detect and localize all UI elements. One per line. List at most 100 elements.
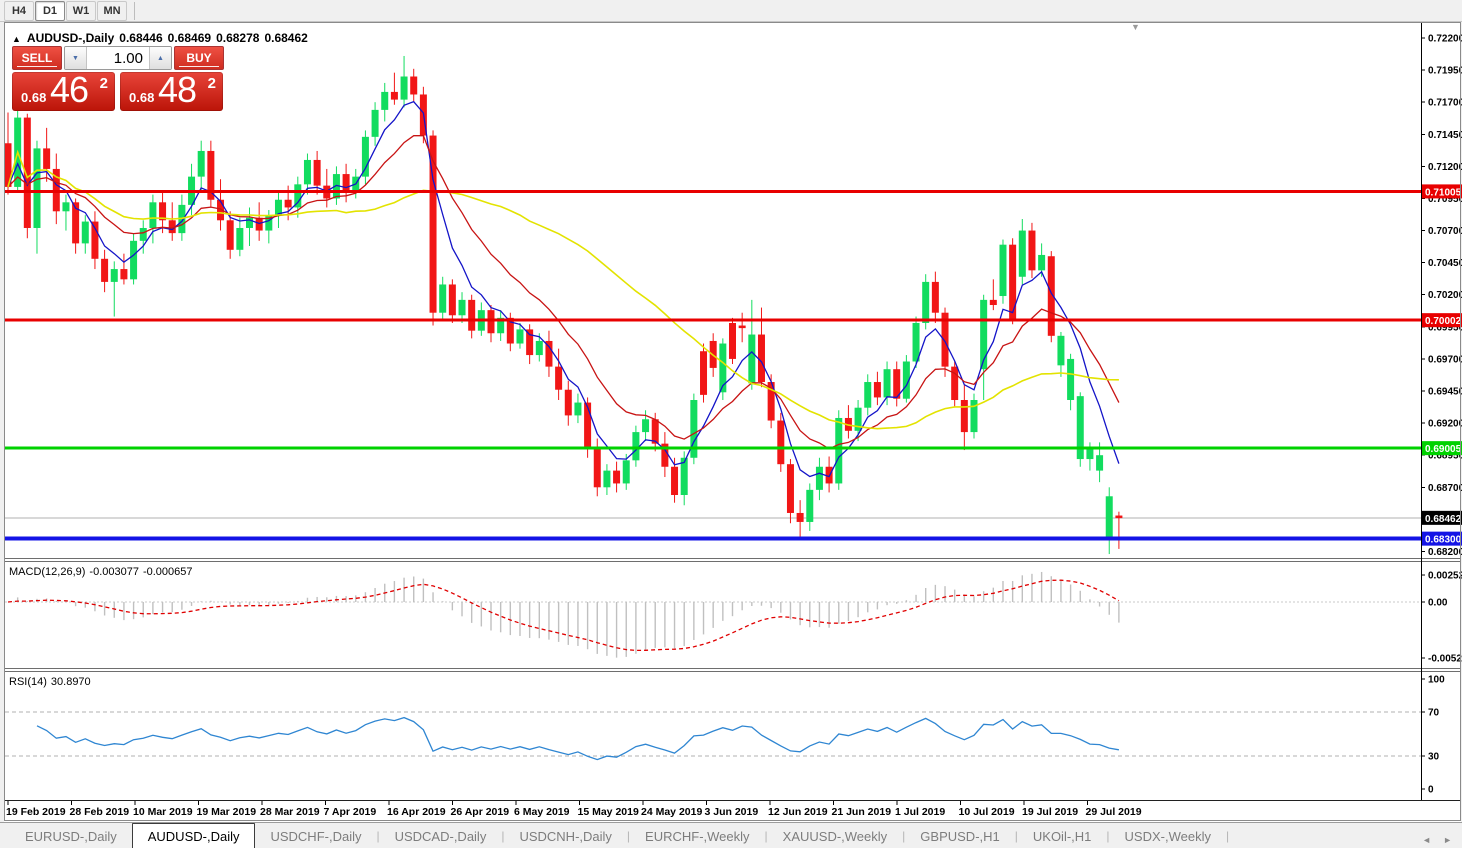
sell-price-sup: 2 <box>100 75 108 92</box>
buy-price-box[interactable]: 0.68 48 2 <box>120 72 223 111</box>
candle-body <box>932 282 939 313</box>
date-label: 10 Jul 2019 <box>959 806 1015 818</box>
price-tick-label: 0.71950 <box>1428 66 1462 77</box>
candle-body <box>884 369 891 397</box>
date-label: 24 May 2019 <box>641 806 702 818</box>
rsi-name: RSI(14) <box>9 676 47 688</box>
volume-down-icon[interactable]: ▼ <box>65 47 87 69</box>
price-tick-label: 0.70700 <box>1428 226 1462 237</box>
candle-body <box>739 326 746 329</box>
candle-body <box>1057 336 1064 366</box>
tab-eurusd-daily[interactable]: EURUSD-,Daily <box>10 824 132 848</box>
price-tick-label: 0.71200 <box>1428 162 1462 173</box>
chart-canvas[interactable]: 0.722000.719500.717000.714500.712000.709… <box>0 0 1462 822</box>
candle-body <box>874 382 881 397</box>
buy-price-big: 48 <box>158 69 196 111</box>
current-price-label-text: 0.68462 <box>1425 514 1462 525</box>
date-label: 3 Jun 2019 <box>705 806 759 818</box>
tab-usdcad-daily[interactable]: USDCAD-,Daily <box>380 824 502 848</box>
tab-xauusd-weekly[interactable]: XAUUSD-,Weekly <box>768 824 903 848</box>
candle-body <box>835 418 842 483</box>
chart-title: ▲AUDUSD-,Daily0.684460.684690.682780.684… <box>12 31 313 45</box>
macd-label: MACD(12,26,9)-0.003077-0.000657 <box>9 566 197 578</box>
candle-body <box>227 220 234 250</box>
candle-body <box>565 390 572 416</box>
candle-body <box>1028 231 1035 271</box>
candle-body <box>806 490 813 522</box>
rsi-axis-label: 0 <box>1428 785 1434 796</box>
date-label: 10 Mar 2019 <box>133 806 193 818</box>
candle-body <box>410 77 417 95</box>
date-label: 26 Apr 2019 <box>451 806 510 818</box>
volume-input[interactable] <box>87 47 149 69</box>
candle-body <box>488 310 495 333</box>
macd-axis-label: 0.00 <box>1428 598 1448 609</box>
candle-body <box>758 335 765 382</box>
sell-price-prefix: 0.68 <box>21 90 46 105</box>
quote-close: 0.68462 <box>264 31 307 45</box>
candle-body <box>43 148 50 169</box>
price-tick-label: 0.68700 <box>1428 483 1462 494</box>
date-label: 1 Jul 2019 <box>895 806 945 818</box>
candle-body <box>198 151 205 177</box>
candle-body <box>285 200 292 208</box>
candle-body <box>748 335 755 384</box>
price-tick-label: 0.69700 <box>1428 354 1462 365</box>
candle-body <box>62 202 69 211</box>
candle-body <box>623 460 630 483</box>
candle-body <box>33 148 40 228</box>
symbol-tab-bar: EURUSD-,DailyAUDUSD-,DailyUSDCHF-,Daily |… <box>0 822 1462 848</box>
candle-body <box>864 382 871 408</box>
quote-high: 0.68469 <box>168 31 211 45</box>
tab-scroll-left-icon[interactable]: ◄ <box>1422 835 1431 845</box>
buy-price-prefix: 0.68 <box>129 90 154 105</box>
candle-body <box>594 448 601 488</box>
candle-body <box>304 160 311 184</box>
mt4-terminal: H4D1W1MN 0.722000.719500.717000.714500.7… <box>0 0 1462 848</box>
candle-body <box>111 269 118 282</box>
tab-ukoil-h1[interactable]: UKOil-,H1 <box>1018 824 1107 848</box>
tab-eurchf-weekly[interactable]: EURCHF-,Weekly <box>630 824 765 848</box>
price-tick-label: 0.71450 <box>1428 130 1462 141</box>
tab-usdchf-daily[interactable]: USDCHF-,Daily <box>255 824 376 848</box>
date-label: 19 Jul 2019 <box>1022 806 1078 818</box>
price-tick-label: 0.70200 <box>1428 290 1462 301</box>
tab-usdcnh-daily[interactable]: USDCNH-,Daily <box>504 824 626 848</box>
candle-body <box>816 467 823 490</box>
candle-body <box>632 432 639 460</box>
volume-up-icon[interactable]: ▲ <box>149 47 171 69</box>
candle-body <box>236 228 243 250</box>
candle-body <box>439 284 446 312</box>
candle-body <box>671 467 678 495</box>
tab-scroll-right-icon[interactable]: ► <box>1443 835 1452 845</box>
tab-separator: | <box>1226 824 1229 848</box>
buy-button[interactable]: BUY <box>174 46 224 70</box>
candle-body <box>1106 496 1113 537</box>
candle-body <box>1038 255 1045 270</box>
date-label: 21 Jun 2019 <box>832 806 892 818</box>
rsi-axis-label: 70 <box>1428 708 1440 719</box>
sell-button[interactable]: SELL <box>12 46 62 70</box>
price-level-label-text: 0.71005 <box>1425 187 1462 198</box>
tab-gbpusd-h1[interactable]: GBPUSD-,H1 <box>905 824 1014 848</box>
tab-usdx-weekly[interactable]: USDX-,Weekly <box>1110 824 1226 848</box>
tab-audusd-daily[interactable]: AUDUSD-,Daily <box>132 823 256 848</box>
candle-body <box>459 300 466 315</box>
price-tick-label: 0.71700 <box>1428 98 1462 109</box>
candle-body <box>613 471 620 484</box>
candle-body <box>787 464 794 513</box>
date-label: 19 Feb 2019 <box>6 806 66 818</box>
date-label: 28 Feb 2019 <box>70 806 130 818</box>
sell-price-box[interactable]: 0.68 46 2 <box>12 72 115 111</box>
date-label: 29 Jul 2019 <box>1086 806 1142 818</box>
date-label: 12 Jun 2019 <box>768 806 828 818</box>
macd-value: -0.003077 <box>89 566 139 578</box>
chart-shift-icon: ▼ <box>1131 22 1140 32</box>
macd-axis-label: -0.005234 <box>1428 654 1462 665</box>
candle-body <box>343 174 350 192</box>
candle-body <box>82 222 89 244</box>
date-label: 28 Mar 2019 <box>260 806 320 818</box>
candle-body <box>729 323 736 359</box>
collapse-icon[interactable]: ▲ <box>12 34 21 44</box>
candle-body <box>1086 449 1093 459</box>
